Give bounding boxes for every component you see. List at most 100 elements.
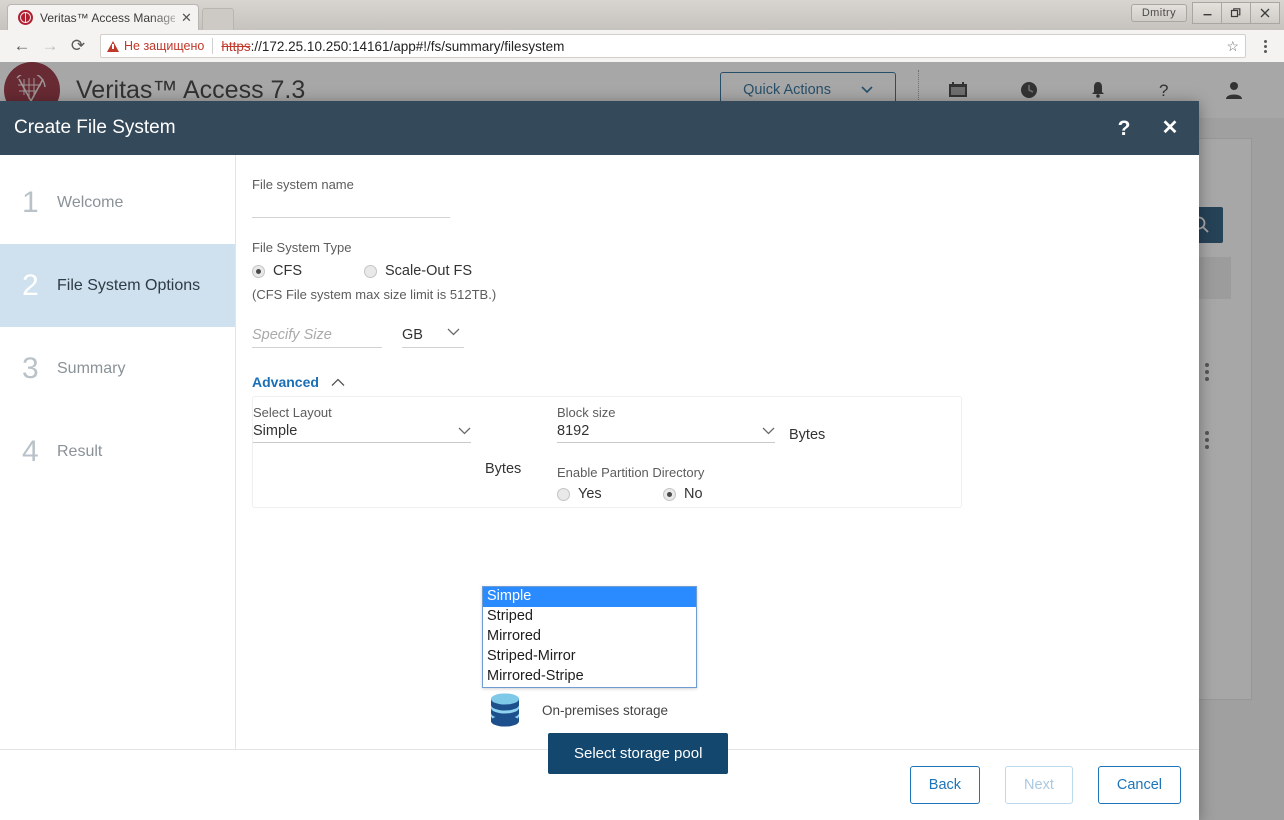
dropdown-option[interactable]: Simple bbox=[483, 587, 696, 607]
step-label: Summary bbox=[57, 360, 125, 378]
storage-option-row[interactable]: On-premises storage bbox=[486, 692, 668, 728]
next-button[interactable]: Next bbox=[1005, 766, 1073, 804]
help-icon[interactable]: ? bbox=[1113, 117, 1135, 139]
partition-directory-group: Enable Partition Directory Yes No bbox=[557, 465, 957, 502]
size-group: MBGBTB bbox=[252, 324, 1175, 348]
select-storage-pool-button[interactable]: Select storage pool bbox=[548, 733, 728, 774]
size-unit-select-wrap: MBGBTB bbox=[402, 324, 464, 348]
file-system-options-form: File system name File System Type CFS Sc… bbox=[236, 155, 1199, 749]
radio-icon bbox=[557, 488, 570, 501]
wizard-steps: 1 Welcome 2 File System Options 3 Summar… bbox=[0, 155, 236, 749]
wizard-step-summary[interactable]: 3 Summary bbox=[0, 327, 235, 410]
file-system-name-group: File system name bbox=[252, 177, 1175, 218]
block-size-unit-label: Bytes bbox=[789, 427, 825, 443]
dropdown-option[interactable]: Striped bbox=[483, 607, 696, 627]
browser-tab-title: Veritas™ Access Management Console bbox=[40, 11, 175, 25]
step-number: 2 bbox=[22, 269, 40, 303]
file-system-type-group: File System Type bbox=[252, 240, 1175, 255]
step-number: 1 bbox=[22, 186, 40, 220]
window-user-label[interactable]: Dmitry bbox=[1131, 4, 1187, 22]
select-layout-combobox[interactable]: Simple bbox=[253, 422, 471, 443]
back-button[interactable]: Back bbox=[910, 766, 980, 804]
storage-option-label: On-premises storage bbox=[542, 703, 668, 718]
advanced-label: Advanced bbox=[252, 374, 319, 390]
advanced-toggle[interactable]: Advanced bbox=[252, 374, 1175, 390]
size-unit-select[interactable]: MBGBTB bbox=[402, 324, 464, 348]
dialog-title: Create File System bbox=[14, 117, 176, 139]
partition-directory-label: Enable Partition Directory bbox=[557, 465, 957, 480]
close-icon[interactable] bbox=[1250, 2, 1280, 24]
file-system-type-hint: (CFS File system max size limit is 512TB… bbox=[252, 287, 1175, 302]
browser-chrome: Veritas™ Access Management Console ✕ Dmi… bbox=[0, 0, 1284, 62]
chevron-up-icon bbox=[331, 378, 345, 387]
chrome-menu-icon[interactable] bbox=[1254, 40, 1276, 53]
browser-toolbar: ← → ⟳ Не защищено https://172.25.10.250:… bbox=[0, 30, 1284, 62]
chevron-down-icon bbox=[762, 423, 775, 439]
radio-label: No bbox=[684, 486, 703, 502]
radio-option-cfs[interactable]: CFS bbox=[252, 263, 364, 279]
radio-label: Scale-Out FS bbox=[385, 263, 472, 279]
close-icon[interactable]: ✕ bbox=[1159, 117, 1181, 139]
select-layout-label: Select Layout bbox=[253, 405, 553, 420]
dialog-header-actions: ? ✕ bbox=[1113, 117, 1181, 139]
wizard-step-result[interactable]: 4 Result bbox=[0, 410, 235, 493]
select-layout-value: Simple bbox=[253, 423, 297, 439]
omnibox-divider bbox=[212, 38, 213, 54]
radio-option-scale-out-fs[interactable]: Scale-Out FS bbox=[364, 263, 472, 279]
select-layout-dropdown-list[interactable]: SimpleStripedMirroredStriped-MirrorMirro… bbox=[482, 586, 697, 688]
database-icon bbox=[486, 692, 524, 728]
layout-group: Select Layout Simple bbox=[253, 405, 553, 502]
maximize-icon[interactable] bbox=[1221, 2, 1251, 24]
advanced-options-card: Select Layout Simple Block size 81 bbox=[252, 396, 962, 508]
wizard-step-file-system-options[interactable]: 2 File System Options bbox=[0, 244, 235, 327]
close-icon[interactable]: ✕ bbox=[181, 11, 192, 24]
file-system-name-input[interactable] bbox=[252, 194, 450, 218]
new-tab-button[interactable] bbox=[202, 8, 234, 30]
insecure-label: Не защищено bbox=[124, 39, 204, 53]
file-system-type-radios: CFS Scale-Out FS bbox=[252, 263, 1175, 279]
globe-icon bbox=[18, 10, 33, 25]
dropdown-option[interactable]: Striped-Mirror bbox=[483, 647, 696, 667]
step-number: 3 bbox=[22, 352, 40, 386]
radio-icon bbox=[663, 488, 676, 501]
radio-option-partition-no[interactable]: No bbox=[663, 486, 703, 502]
dropdown-option[interactable]: Mirrored bbox=[483, 627, 696, 647]
chevron-down-icon bbox=[458, 423, 471, 439]
browser-titlebar: Veritas™ Access Management Console ✕ Dmi… bbox=[0, 0, 1284, 30]
block-size-label: Block size bbox=[557, 405, 957, 420]
block-size-group: Block size 8192 Bytes Enable Part bbox=[553, 405, 957, 502]
browser-tab[interactable]: Veritas™ Access Management Console ✕ bbox=[8, 5, 198, 30]
minimize-icon[interactable] bbox=[1192, 2, 1222, 24]
bookmark-icon[interactable]: ☆ bbox=[1226, 38, 1239, 55]
create-file-system-dialog: Create File System ? ✕ 1 Welcome 2 File … bbox=[0, 101, 1199, 820]
address-bar[interactable]: Не защищено https://172.25.10.250:14161/… bbox=[100, 34, 1246, 58]
dialog-body: 1 Welcome 2 File System Options 3 Summar… bbox=[0, 155, 1199, 749]
insecure-badge[interactable]: Не защищено bbox=[107, 39, 204, 53]
warning-triangle-icon bbox=[107, 41, 119, 52]
forward-icon[interactable]: → bbox=[36, 32, 64, 60]
block-size-combobox[interactable]: 8192 bbox=[557, 422, 775, 443]
reload-icon[interactable]: ⟳ bbox=[64, 32, 92, 60]
radio-label: Yes bbox=[578, 486, 602, 502]
file-system-name-label: File system name bbox=[252, 177, 1175, 192]
block-size-value: 8192 bbox=[557, 423, 589, 439]
step-label: Welcome bbox=[57, 194, 123, 212]
url-path: ://172.25.10.250:14161/app#!/fs/summary/… bbox=[251, 39, 565, 54]
file-system-type-label: File System Type bbox=[252, 240, 1175, 255]
dialog-header: Create File System ? ✕ bbox=[0, 101, 1199, 155]
url-scheme: https bbox=[221, 39, 250, 54]
partition-directory-radios: Yes No bbox=[557, 486, 957, 502]
wizard-step-welcome[interactable]: 1 Welcome bbox=[0, 161, 235, 244]
radio-icon bbox=[364, 265, 377, 278]
step-label: File System Options bbox=[57, 277, 200, 295]
cancel-button[interactable]: Cancel bbox=[1098, 766, 1181, 804]
browser-tab-strip: Veritas™ Access Management Console ✕ bbox=[0, 0, 234, 30]
back-icon[interactable]: ← bbox=[8, 32, 36, 60]
hidden-field-unit-label: Bytes bbox=[485, 461, 521, 477]
step-label: Result bbox=[57, 443, 102, 461]
radio-icon bbox=[252, 265, 265, 278]
size-input[interactable] bbox=[252, 324, 382, 348]
radio-option-partition-yes[interactable]: Yes bbox=[557, 486, 663, 502]
radio-label: CFS bbox=[273, 263, 302, 279]
dropdown-option[interactable]: Mirrored-Stripe bbox=[483, 667, 696, 687]
